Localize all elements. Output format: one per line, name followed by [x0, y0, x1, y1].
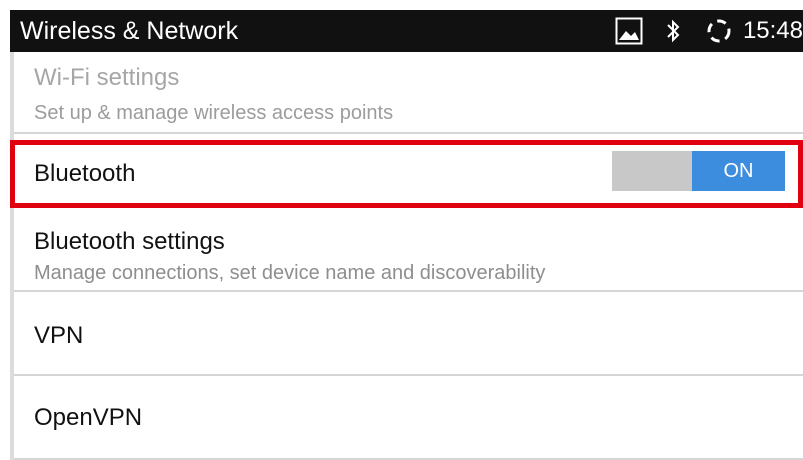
screen-title: Wireless & Network: [20, 16, 239, 45]
clock: 15:48: [742, 17, 803, 44]
wifi-settings-item[interactable]: Wi-Fi settings Set up & manage wireless …: [14, 52, 803, 134]
bluetooth-settings-subtitle: Manage connections, set device name and …: [34, 262, 546, 284]
wifi-settings-title: Wi-Fi settings: [34, 64, 180, 91]
bluetooth-icon: [665, 18, 681, 44]
vpn-item[interactable]: VPN: [14, 292, 803, 376]
settings-list: Wi-Fi settings Set up & manage wireless …: [10, 52, 803, 460]
vpn-title: VPN: [34, 322, 84, 349]
status-icons: [615, 10, 733, 52]
openvpn-item[interactable]: OpenVPN: [14, 376, 803, 460]
bluetooth-settings-item[interactable]: Bluetooth settings Manage connections, s…: [14, 212, 803, 292]
sync-icon: [705, 17, 733, 45]
wifi-settings-subtitle: Set up & manage wireless access points: [34, 102, 394, 124]
bluetooth-highlight-box: [10, 140, 803, 208]
openvpn-title: OpenVPN: [34, 404, 143, 431]
bluetooth-settings-title: Bluetooth settings: [34, 228, 225, 255]
status-bar: Wireless & Network 15:48: [10, 10, 803, 52]
picture-icon: [615, 17, 643, 45]
